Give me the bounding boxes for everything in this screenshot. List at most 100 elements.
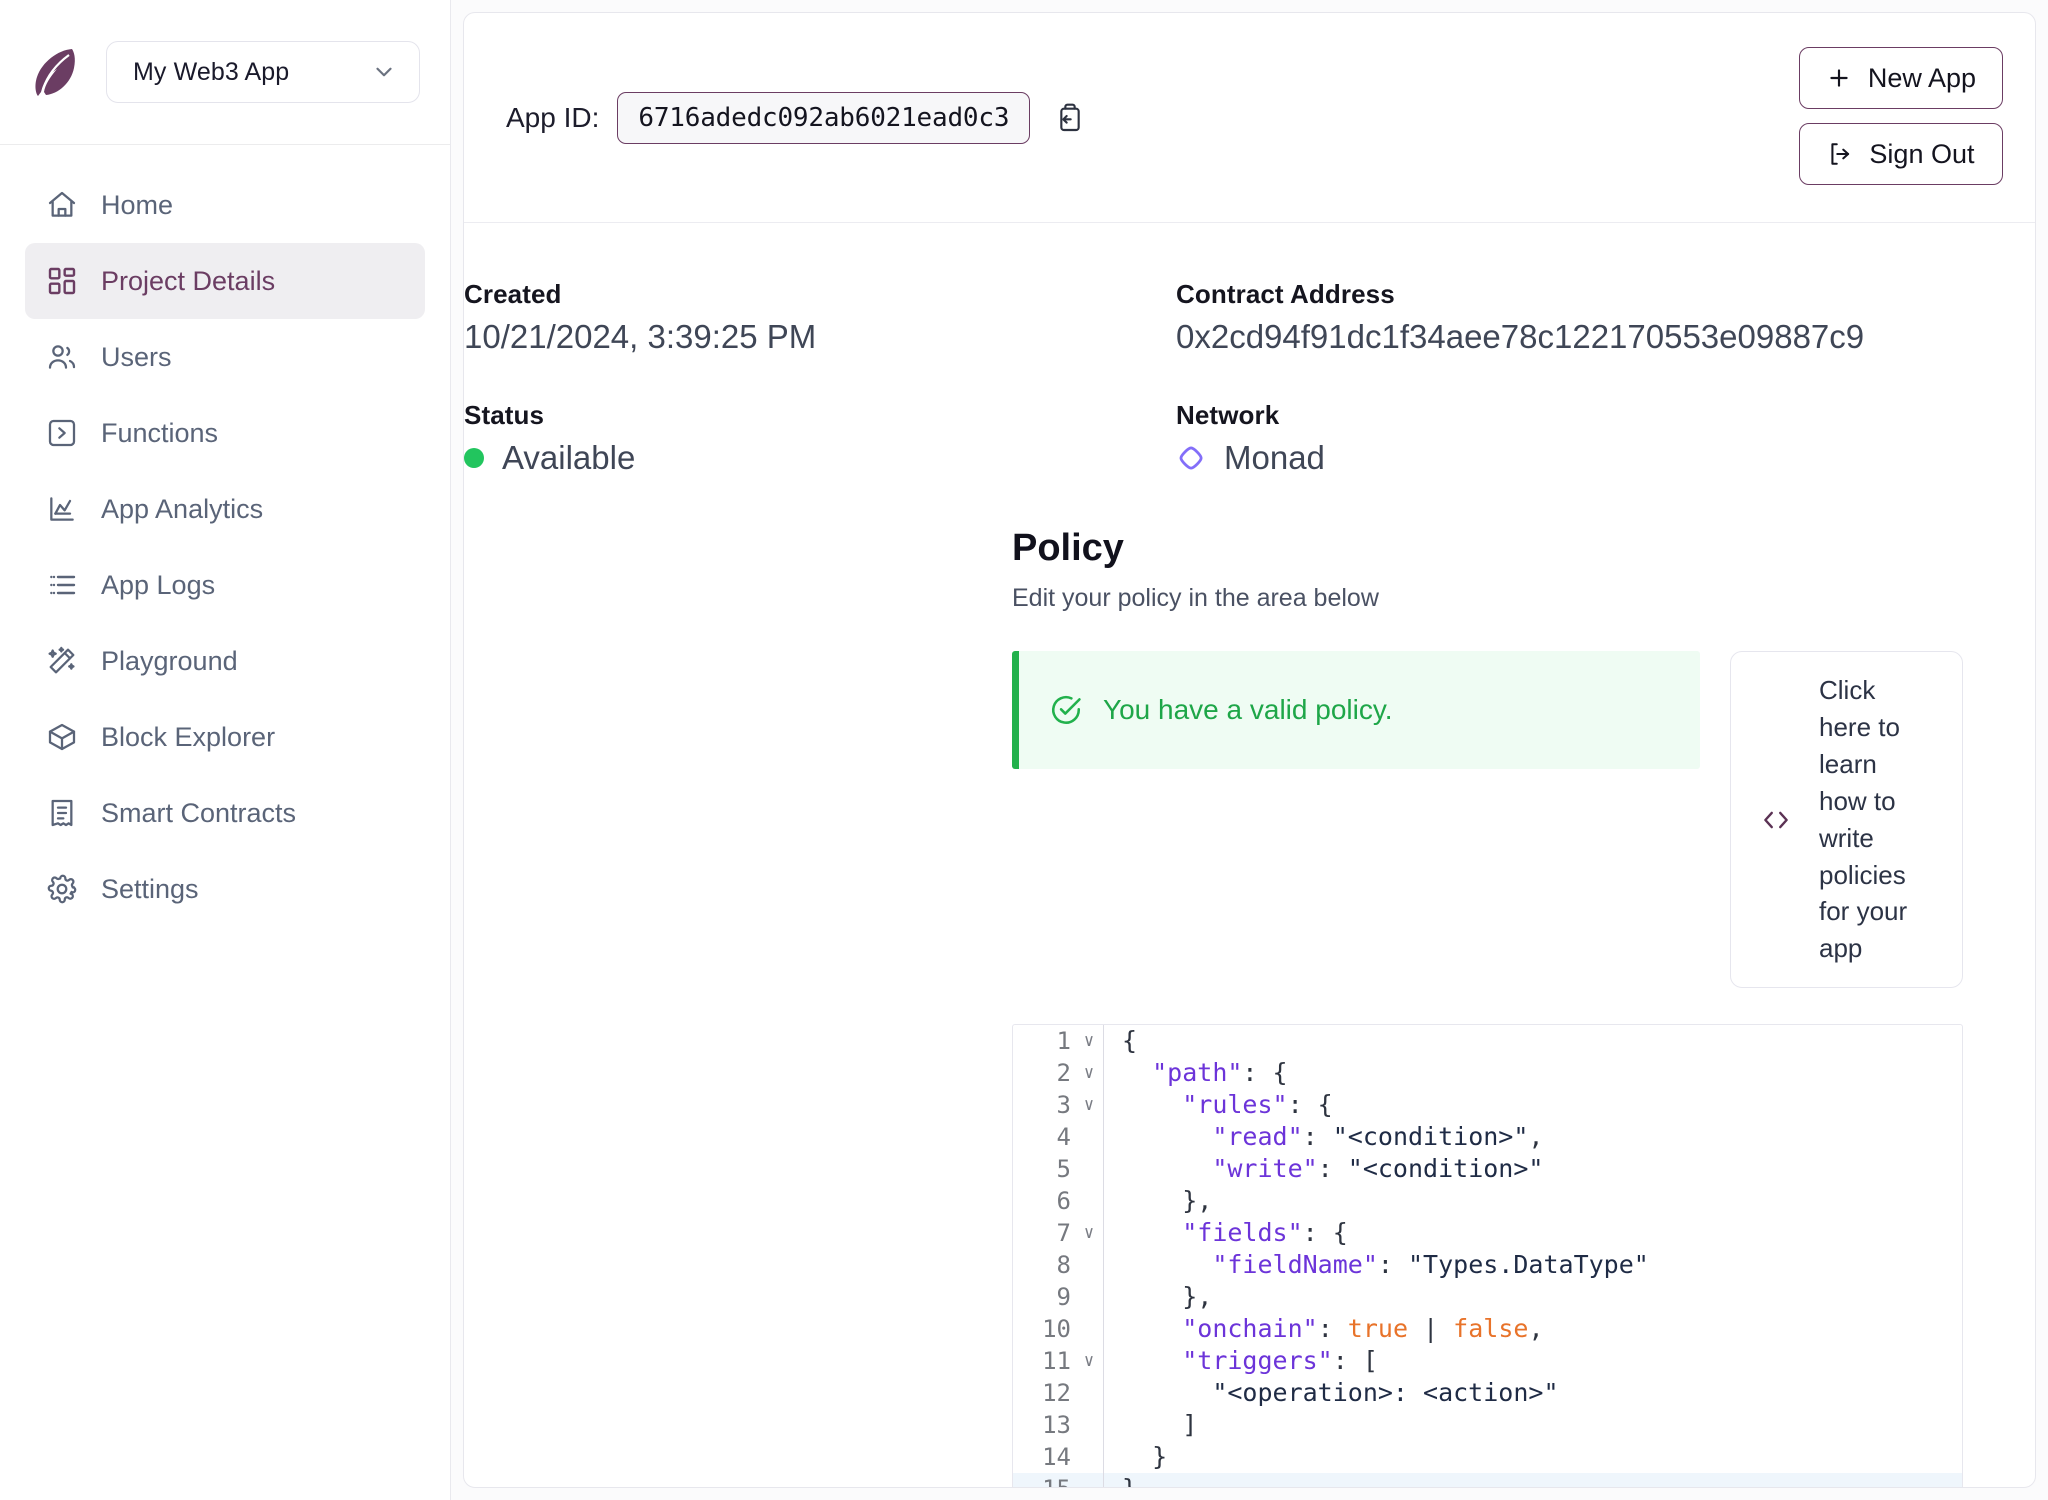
- editor-line-content: }: [1104, 1473, 1137, 1487]
- editor-line[interactable]: 1 ∨ {: [1013, 1025, 1962, 1058]
- editor-line[interactable]: 14 }: [1013, 1441, 1962, 1474]
- list-icon: [45, 568, 79, 602]
- editor-line-number: 7: [1056, 1219, 1071, 1248]
- learn-policies-card[interactable]: Click here to learn how to write policie…: [1730, 651, 1963, 989]
- sidebar-item-app-analytics[interactable]: App Analytics: [25, 471, 425, 547]
- editor-line[interactable]: 10 "onchain": true | false,: [1013, 1313, 1962, 1346]
- editor-line-number: 9: [1056, 1283, 1071, 1312]
- policy-section: Policy Edit your policy in the area belo…: [464, 527, 2035, 1487]
- contract-address-field: Contract Address 0x2cd94f91dc1f34aee78c1…: [1176, 279, 2035, 356]
- app-selector[interactable]: My Web3 App: [106, 41, 420, 103]
- fold-chevron-icon[interactable]: ∨: [1075, 1025, 1103, 1057]
- network-label: Network: [1176, 400, 1280, 430]
- network-badge: Monad: [1176, 439, 2035, 477]
- editor-line-content: ]: [1122, 1410, 1198, 1440]
- grid-icon: [45, 264, 79, 298]
- policy-valid-alert: You have a valid policy.: [1012, 651, 1700, 769]
- editor-line-content: "onchain": true | false,: [1182, 1314, 1544, 1344]
- editor-line[interactable]: 5 "write": "<condition>": [1013, 1153, 1962, 1186]
- code-brackets-icon: [1759, 803, 1793, 837]
- created-value: 10/21/2024, 3:39:25 PM: [464, 318, 817, 355]
- sidebar-item-label: App Analytics: [101, 493, 264, 524]
- editor-line-content: {: [1122, 1026, 1138, 1056]
- editor-line-number: 11: [1042, 1347, 1071, 1376]
- users-icon: [45, 340, 79, 374]
- chart-icon: [45, 492, 79, 526]
- details-left-column: Created 10/21/2024, 3:39:25 PM Status Av…: [464, 279, 1176, 521]
- editor-line[interactable]: 12 "<operation>: <action>": [1013, 1377, 1962, 1410]
- code-box-icon: [45, 416, 79, 450]
- sidebar-item-settings[interactable]: Settings: [25, 851, 425, 927]
- editor-line-content: "fields": {: [1182, 1218, 1348, 1248]
- app-selector-label: My Web3 App: [133, 57, 290, 86]
- cube-icon: [45, 720, 79, 754]
- editor-line[interactable]: 13 ]: [1013, 1409, 1962, 1442]
- sidebar-item-smart-contracts[interactable]: Smart Contracts: [25, 775, 425, 851]
- editor-line-number: 10: [1042, 1315, 1071, 1344]
- sidebar-item-label: App Logs: [101, 569, 216, 600]
- editor-line[interactable]: 4 "read": "<condition>",: [1013, 1121, 1962, 1154]
- editor-line[interactable]: 9 },: [1013, 1281, 1962, 1314]
- sidebar-item-label: Block Explorer: [101, 721, 276, 752]
- editor-line-number: 14: [1042, 1443, 1071, 1472]
- new-app-button[interactable]: New App: [1798, 47, 2003, 109]
- editor-line-number: 5: [1056, 1155, 1071, 1184]
- editor-line-number: 15: [1013, 1473, 1075, 1487]
- editor-line-content: "read": "<condition>",: [1212, 1122, 1544, 1152]
- editor-line[interactable]: 7 ∨ "fields": {: [1013, 1217, 1962, 1250]
- editor-line[interactable]: 8 "fieldName": "Types.DataType": [1013, 1249, 1962, 1282]
- card-header: App ID: 6716adedc092ab6021ead0c3 New App: [464, 13, 2035, 223]
- network-value: Monad: [1224, 439, 1325, 476]
- sidebar: My Web3 App Home Project Details Users F…: [0, 0, 451, 1500]
- feather-logo-icon: [28, 44, 82, 100]
- sidebar-item-users[interactable]: Users: [25, 319, 425, 395]
- editor-line-content: },: [1122, 1186, 1213, 1216]
- editor-line-number: 4: [1056, 1123, 1071, 1152]
- clipboard-copy-icon[interactable]: [1048, 98, 1088, 138]
- network-field: Network Monad: [1176, 400, 2035, 477]
- editor-line[interactable]: 3 ∨ "rules": {: [1013, 1089, 1962, 1122]
- editor-line-content: "fieldName": "Types.DataType": [1212, 1250, 1649, 1280]
- sidebar-brand-row: My Web3 App: [0, 0, 450, 145]
- sidebar-item-block-explorer[interactable]: Block Explorer: [25, 699, 425, 775]
- policy-title: Policy: [1012, 527, 1124, 569]
- editor-line-number: 2: [1056, 1059, 1071, 1088]
- fold-chevron-icon[interactable]: ∨: [1075, 1345, 1103, 1377]
- fold-chevron-icon[interactable]: ∨: [1075, 1057, 1103, 1089]
- fold-chevron-icon[interactable]: ∨: [1075, 1217, 1103, 1249]
- editor-line-number: 1: [1056, 1027, 1071, 1056]
- created-field: Created 10/21/2024, 3:39:25 PM: [464, 279, 1176, 356]
- sidebar-item-playground[interactable]: Playground: [25, 623, 425, 699]
- policy-status-row: You have a valid policy. Click here to l…: [1012, 651, 2035, 989]
- editor-line[interactable]: 6 },: [1013, 1185, 1962, 1218]
- sign-out-button[interactable]: Sign Out: [1798, 123, 2003, 185]
- receipt-icon: [45, 796, 79, 830]
- sidebar-item-functions[interactable]: Functions: [25, 395, 425, 471]
- monad-diamond-icon: [1176, 443, 1206, 473]
- fold-chevron-icon[interactable]: ∨: [1075, 1089, 1103, 1121]
- status-label: Status: [464, 400, 545, 430]
- policy-code-editor[interactable]: 1 ∨{2 ∨ "path": {3 ∨ "rules": {4 "read": "<…: [1012, 1024, 1963, 1487]
- details-grid: Created 10/21/2024, 3:39:25 PM Status Av…: [464, 279, 2035, 521]
- editor-line-number: 12: [1042, 1379, 1071, 1408]
- sidebar-item-project-details[interactable]: Project Details: [25, 243, 425, 319]
- policy-subtitle: Edit your policy in the area below: [1012, 584, 1379, 612]
- sidebar-item-label: Playground: [101, 645, 238, 676]
- contract-address-label: Contract Address: [1176, 279, 1395, 309]
- editor-line-content: "rules": {: [1182, 1090, 1333, 1120]
- details-right-column: Contract Address 0x2cd94f91dc1f34aee78c1…: [1176, 279, 2035, 521]
- editor-line[interactable]: 11 ∨ "triggers": [: [1013, 1345, 1962, 1378]
- sidebar-item-label: Home: [101, 189, 174, 220]
- app-id-value[interactable]: 6716adedc092ab6021ead0c3: [617, 91, 1031, 144]
- contract-address-value: 0x2cd94f91dc1f34aee78c122170553e09887c9: [1176, 318, 1865, 355]
- editor-line[interactable]: 2 ∨ "path": {: [1013, 1057, 1962, 1090]
- editor-line-number: 13: [1042, 1411, 1071, 1440]
- sidebar-item-home[interactable]: Home: [25, 167, 425, 243]
- main-content: App ID: 6716adedc092ab6021ead0c3 New App: [451, 0, 2048, 1500]
- sidebar-item-label: Users: [101, 341, 172, 372]
- magic-wand-icon: [45, 644, 79, 678]
- sidebar-item-app-logs[interactable]: App Logs: [25, 547, 425, 623]
- check-circle-icon: [1049, 693, 1083, 727]
- editor-line-content: "triggers": [: [1182, 1346, 1378, 1376]
- editor-line[interactable]: 15}: [1013, 1473, 1962, 1487]
